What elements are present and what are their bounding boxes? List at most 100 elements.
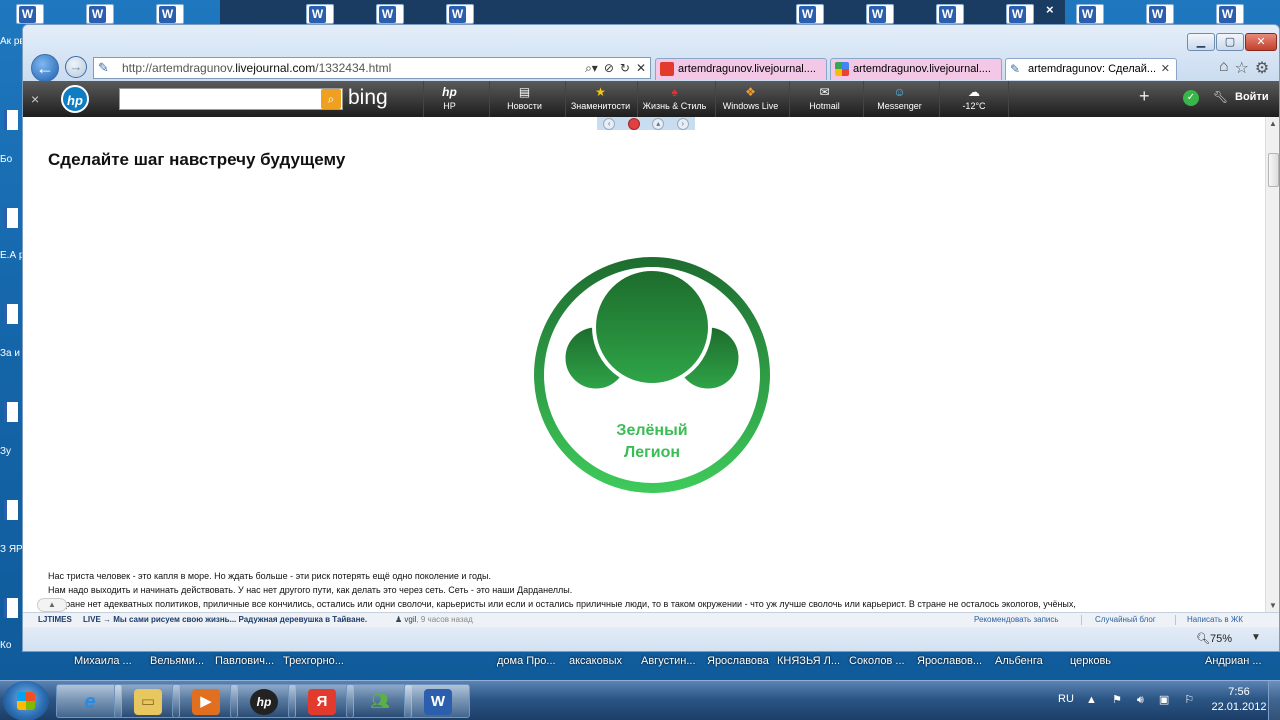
taskbar-contacts[interactable]: 👥︎ [346, 684, 412, 718]
desktop-icon-label[interactable]: КНЯЗЬЯ Л... [777, 655, 840, 667]
start-button[interactable] [3, 681, 49, 720]
search-icon[interactable]: ⌕ [321, 89, 341, 109]
close-tab-icon[interactable]: ✕ [1161, 59, 1170, 79]
desktop-icon-label[interactable]: Зу [0, 446, 22, 458]
taskbar-file-explorer[interactable]: ▭ [114, 684, 180, 718]
scroll-down-arrow-icon[interactable]: ▼ [1269, 601, 1277, 610]
shield-icon[interactable]: ✓ [1183, 90, 1199, 106]
show-desktop-button[interactable] [1268, 681, 1280, 720]
minimize-button[interactable]: ▁ [1187, 33, 1215, 51]
close-icon[interactable]: × [1046, 2, 1054, 17]
forward-button[interactable]: → [65, 56, 87, 78]
desktop-icon-label[interactable]: Августин... [641, 655, 696, 667]
recommend-link[interactable]: Рекомендовать запись [974, 613, 1059, 627]
desktop-icon-label[interactable]: Андриан ... [1205, 655, 1262, 667]
desktop-icon-label[interactable]: Бо [0, 154, 22, 166]
bing-search-input[interactable] [119, 88, 343, 110]
word-window-icon[interactable] [70, 0, 140, 24]
maximize-button[interactable]: ▢ [1216, 33, 1244, 51]
write-lj-link[interactable]: Написать в ЖК [1187, 613, 1243, 627]
compatibility-icon[interactable]: ⊘ [604, 61, 614, 76]
desktop-icon-label[interactable]: Трехгорно... [283, 655, 344, 667]
scroll-up-icon[interactable]: ▲ [37, 598, 67, 612]
toolbar-item-windows-live[interactable]: ❖ Windows Live [715, 81, 785, 117]
document-icon[interactable] [4, 500, 18, 520]
ljtimes-user[interactable]: ♟︎ vgil, 9 часов назад [395, 613, 473, 627]
toolbar-item-news[interactable]: ▤ Новости [489, 81, 559, 117]
toolbar-item-lifestyle[interactable]: ♠ Жизнь & Стиль [637, 81, 711, 117]
word-window-icon[interactable] [1060, 0, 1130, 24]
document-icon[interactable] [4, 402, 18, 422]
word-window-icon[interactable] [290, 0, 360, 24]
document-icon[interactable] [4, 208, 18, 228]
favorites-star-icon[interactable]: ☆ [1234, 58, 1248, 78]
login-button[interactable]: Войти [1235, 91, 1269, 103]
document-icon[interactable] [4, 598, 18, 618]
desktop-icon-label[interactable]: З ЯР [0, 544, 22, 556]
document-icon[interactable] [4, 110, 18, 130]
toolbar-item-hotmail[interactable]: ✉ Hotmail [789, 81, 859, 117]
tab-active-livejournal[interactable]: ✎ artemdragunov: Сделай... ✕ [1005, 58, 1177, 80]
desktop-icon-label[interactable]: Вельями... [150, 655, 204, 667]
toolbar-item-messenger[interactable]: ☺ Messenger [863, 81, 935, 117]
desktop-icon-label[interactable]: дома Про... [497, 655, 556, 667]
word-window-icon[interactable] [360, 0, 430, 24]
chevron-down-icon[interactable]: ▼ [1251, 632, 1261, 643]
language-indicator[interactable]: RU [1058, 693, 1074, 705]
hp-logo-icon[interactable]: hp [61, 85, 89, 113]
taskbar-media-player[interactable]: ▶ [172, 684, 238, 718]
desktop-icon-label[interactable]: Ко [0, 640, 22, 652]
document-icon[interactable] [4, 304, 18, 324]
scrollbar-thumb[interactable] [1268, 153, 1279, 187]
desktop-icon-label[interactable]: За и [0, 348, 22, 360]
next-arrow-icon[interactable]: › [676, 117, 689, 130]
desktop-icon-label[interactable]: Павлович... [215, 655, 274, 667]
word-window-icon[interactable] [780, 0, 850, 24]
desktop-icon-label[interactable]: Михаила ... [74, 655, 132, 667]
home-icon[interactable]: ⌂ [1219, 58, 1229, 78]
close-window-button[interactable]: ✕ [1245, 33, 1277, 51]
close-toolbar-icon[interactable]: × [31, 91, 39, 107]
taskbar-yandex[interactable]: Я [288, 684, 354, 718]
desktop-icon-label[interactable]: Ярославова [707, 655, 769, 667]
taskbar-word[interactable]: W [404, 684, 470, 718]
add-icon[interactable]: + [1139, 86, 1150, 107]
word-window-icon[interactable] [430, 0, 500, 24]
search-icon[interactable]: ⌕▾ [585, 61, 598, 76]
tab-yandex-page[interactable]: artemdragunov.livejournal.... [655, 58, 827, 80]
refresh-icon[interactable]: ↻ [620, 61, 630, 76]
desktop-icon-label[interactable]: аксаковых [569, 655, 622, 667]
url-text[interactable]: http://artemdragunov.livejournal.com/133… [118, 61, 570, 75]
toolbar-item-hp[interactable]: hp HP [423, 81, 475, 117]
desktop-icon-label[interactable]: Альбенга [995, 655, 1043, 667]
word-window-icon[interactable] [0, 0, 70, 24]
word-window-icon[interactable] [1130, 0, 1200, 24]
gear-icon[interactable]: ⚙ [1255, 58, 1269, 78]
bookmark-icon[interactable]: ▴ [652, 117, 665, 130]
back-button[interactable]: ← [31, 54, 59, 82]
wrench-icon[interactable]: 🔧︎ [1213, 90, 1228, 104]
word-window-icon[interactable] [920, 0, 990, 24]
word-window-icon[interactable] [140, 0, 210, 24]
ljtimes-live-link[interactable]: LIVE → Мы сами рисуем свою жизнь... Раду… [83, 613, 367, 627]
random-blog-link[interactable]: Случайный блог [1095, 613, 1156, 627]
desktop-icon-label[interactable]: церковь [1070, 655, 1111, 667]
scroll-up-arrow-icon[interactable]: ▲ [1269, 119, 1277, 128]
desktop-icon-label[interactable]: Ярославов... [917, 655, 982, 667]
clock[interactable]: 7:56 22.01.2012 [1204, 685, 1274, 715]
tab-google-page[interactable]: artemdragunov.livejournal.... [830, 58, 1002, 80]
stop-icon[interactable]: ✕ [636, 61, 646, 76]
taskbar-hp-app[interactable]: hp [230, 684, 296, 718]
tray-icons[interactable]: ▲ ⚑ 🔊︎ ▣ ⚐ [1086, 693, 1200, 707]
word-window-icon[interactable] [1200, 0, 1270, 24]
toolbar-item-celebrities[interactable]: ★ Знаменитости [565, 81, 635, 117]
desktop-icon-label[interactable]: Соколов ... [849, 655, 905, 667]
vertical-scrollbar[interactable]: ▲ ▼ [1265, 117, 1279, 612]
toolbar-item-weather[interactable]: ☁ -12°C [939, 81, 1009, 117]
prev-arrow-icon[interactable]: ‹ [603, 117, 616, 130]
taskbar-internet-explorer[interactable]: e [56, 684, 122, 718]
zoom-level[interactable]: 🔍︎75% [1196, 632, 1232, 645]
address-bar[interactable]: ✎ http://artemdragunov.livejournal.com/1… [93, 57, 651, 79]
desktop-icon-label[interactable]: Ак рв [0, 36, 22, 48]
desktop-icon-label[interactable]: Е.А р [0, 250, 22, 262]
